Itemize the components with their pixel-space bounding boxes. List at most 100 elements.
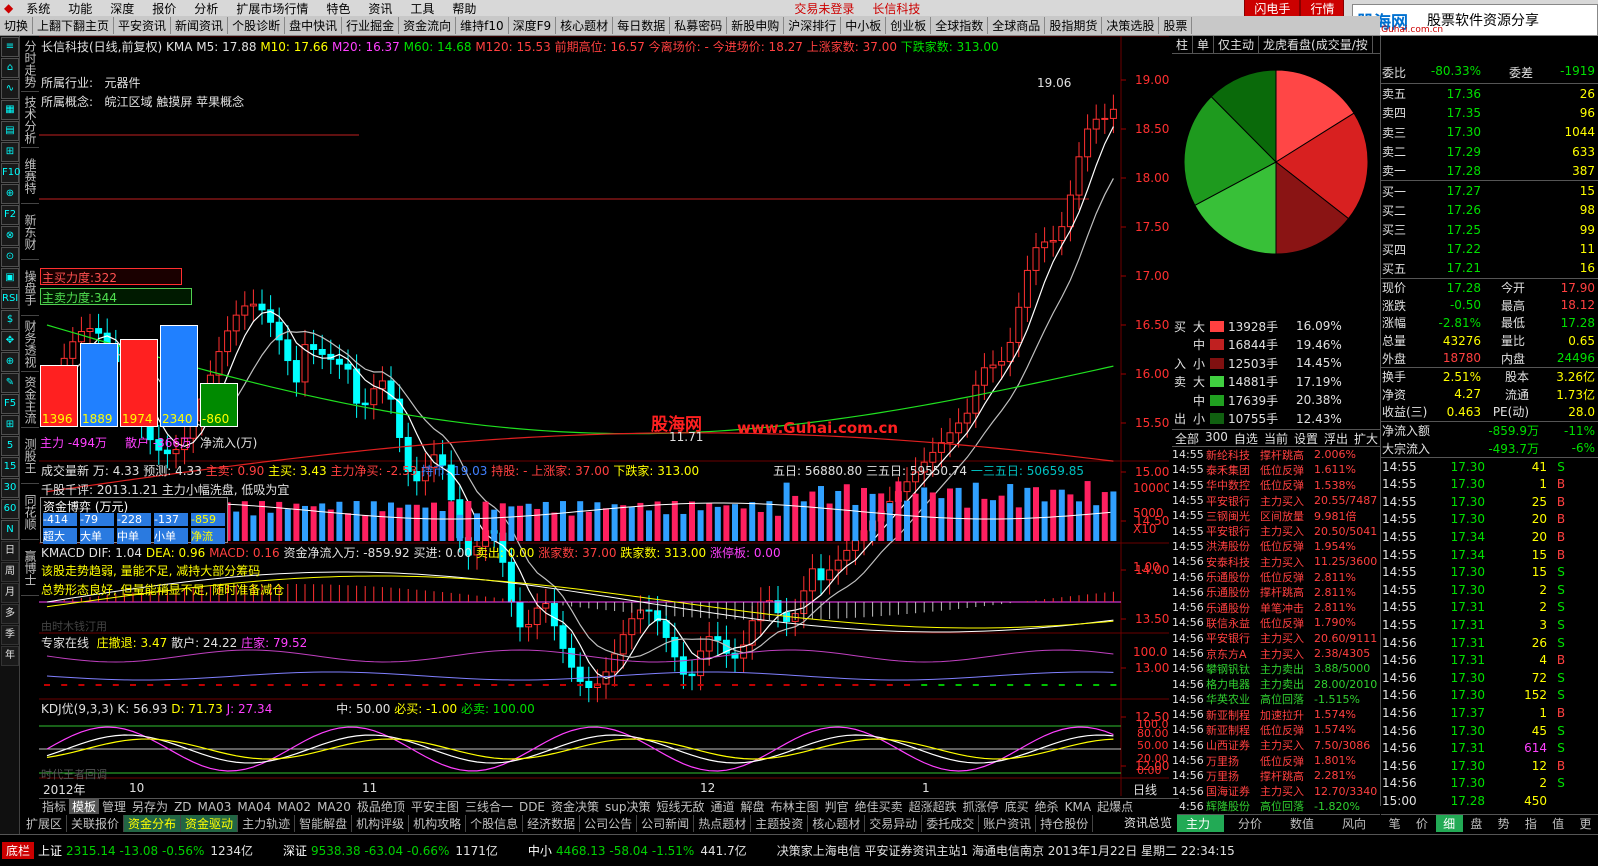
extension-tab[interactable]: 主力轨迹 <box>238 814 296 832</box>
radar-row[interactable]: 14:56 新亚制程 低位反弹 1.574% <box>1172 722 1380 737</box>
left-tool-icon[interactable]: $ <box>1 310 19 330</box>
vertical-tab[interactable]: 维赛特 <box>21 148 39 204</box>
period-tab[interactable]: 周 <box>1 562 19 582</box>
period-tab[interactable]: 多 <box>1 604 19 624</box>
period-tab[interactable]: 月 <box>1 583 19 603</box>
extension-tab[interactable]: 关联报价 <box>67 814 125 832</box>
radar-row[interactable]: 14:56 山西证券 主力买入 7.50/3086 <box>1172 738 1380 753</box>
extension-tab[interactable]: 热点题材 <box>694 814 752 832</box>
indicator-tab[interactable]: MA20 <box>314 800 354 814</box>
radar-row[interactable]: 14:56 乐通股份 单笔冲击 2.811% <box>1172 600 1380 615</box>
indicator-tab[interactable]: 管理 <box>99 798 129 815</box>
extension-tab[interactable]: 公司公告 <box>580 814 638 832</box>
toolbar-item[interactable]: 行业掘金 <box>342 17 400 34</box>
quote-bottom-tab[interactable]: 细 <box>1435 815 1463 832</box>
indicator-tab[interactable]: 解盘 <box>738 798 768 815</box>
indicator-tab[interactable]: sup决策 <box>602 798 653 815</box>
quote-bottom-tab[interactable]: 价 <box>1408 815 1435 832</box>
radar-bottom-tab[interactable]: 主力 <box>1172 815 1224 832</box>
left-tool-icon[interactable]: ▣ <box>1 268 19 288</box>
toolbar-item[interactable]: 股指期货 <box>1045 17 1103 34</box>
left-tool-icon[interactable]: ⊕ <box>1 352 19 372</box>
indicator-tab[interactable]: 三线合一 <box>462 798 516 815</box>
toolbar-item[interactable]: 每日数据 <box>613 17 671 34</box>
radar-row[interactable]: 14:56 联信永益 低位反弹 1.790% <box>1172 615 1380 630</box>
toolbar-item[interactable]: 股票 <box>1159 17 1193 34</box>
menu-function[interactable]: 功能 <box>59 0 101 17</box>
extension-tab[interactable]: 机构攻略 <box>409 814 467 832</box>
vertical-tab[interactable]: 新东财 <box>21 204 39 260</box>
vertical-tab[interactable]: 分时走势 <box>21 36 39 92</box>
indicator-tab[interactable]: 另存为 <box>129 798 171 815</box>
left-tool-icon[interactable]: ⌂ <box>1 58 19 78</box>
left-tool-icon[interactable]: N <box>1 520 19 540</box>
toolbar-item[interactable]: 新股申购 <box>727 17 785 34</box>
indicator-tab[interactable]: 短线无敌 <box>654 798 708 815</box>
radar-row[interactable]: 14:56 辉隆股份 高位回落 -1.820% <box>1172 799 1380 814</box>
left-tool-icon[interactable]: ⊗ <box>1 226 19 246</box>
extension-tab[interactable]: 主题投资 <box>751 814 809 832</box>
app-icon[interactable]: ◆ <box>0 1 17 15</box>
toolbar-item[interactable]: 个股诊断 <box>228 17 286 34</box>
indicator-tab[interactable]: 指标 <box>39 798 69 815</box>
bids-row[interactable]: 买三 17.25 99 <box>1381 220 1598 239</box>
extension-tab[interactable]: 经济数据 <box>523 814 581 832</box>
toolbar-item[interactable]: 核心题材 <box>556 17 614 34</box>
indicator-tab[interactable]: 模板 <box>69 798 100 815</box>
radar-bottom-tab[interactable]: 风向 <box>1328 815 1380 832</box>
quote-bottom-tab[interactable]: 指 <box>1517 815 1544 832</box>
menu-system[interactable]: 系统 <box>17 0 59 17</box>
flow-tab[interactable]: 单 <box>1193 36 1215 53</box>
extension-tab[interactable]: 账户资讯 <box>979 814 1037 832</box>
extension-tab[interactable]: 核心题材 <box>808 814 866 832</box>
toolbar-item[interactable]: 全球商品 <box>988 17 1046 34</box>
bottom-menu-button[interactable]: 底栏 <box>2 842 35 859</box>
period-tab[interactable]: 季 <box>1 625 19 645</box>
indicator-tab[interactable]: 判官 <box>822 798 852 815</box>
left-tool-icon[interactable]: 15 <box>1 457 19 477</box>
menu-news[interactable]: 资讯 <box>359 0 401 17</box>
radar-tab[interactable]: 全部 <box>1172 430 1202 446</box>
radar-row[interactable]: 14:56 万里扬 低位反弹 1.801% <box>1172 753 1380 768</box>
indicator-tab[interactable]: ZD <box>171 800 194 814</box>
quote-button[interactable]: 行情 <box>1300 0 1345 18</box>
asks-row[interactable]: 卖五 17.36 26 <box>1381 84 1598 103</box>
sz-label[interactable]: 深证 <box>283 842 307 859</box>
radar-tab[interactable]: 设置 <box>1291 430 1321 446</box>
indicator-tab[interactable]: MA04 <box>234 800 274 814</box>
toolbar-item[interactable]: 决策选股 <box>1102 17 1160 34</box>
radar-row[interactable]: 14:55 平安银行 主力买入 20.50/5041 <box>1172 523 1380 539</box>
left-tool-icon[interactable]: F10 <box>1 163 20 183</box>
vertical-tab[interactable]: 赢博士 <box>21 540 39 596</box>
radar-row[interactable]: 14:56 乐通股份 低位反弹 2.811% <box>1172 569 1380 585</box>
radar-tab[interactable]: 300 <box>1202 430 1231 446</box>
menu-special[interactable]: 特色 <box>317 0 359 17</box>
asks-row[interactable]: 卖一 17.28 387 <box>1381 161 1598 180</box>
bids-row[interactable]: 买一 17.27 15 <box>1381 181 1598 200</box>
radar-row[interactable]: 14:56 万里扬 撑杆跳高 2.281% <box>1172 768 1380 783</box>
bids-row[interactable]: 买五 17.21 16 <box>1381 259 1598 278</box>
radar-row[interactable]: 14:56 华英农业 高位回落 -1.515% <box>1172 692 1380 707</box>
indicator-tab[interactable]: 抓涨停 <box>960 798 1002 815</box>
toolbar-item[interactable]: 上翻下翻主页 <box>33 17 115 34</box>
radar-bottom-tab[interactable]: 分价 <box>1224 815 1276 832</box>
extension-tab[interactable]: 交易异动 <box>865 814 923 832</box>
left-tool-icon[interactable]: ⊕ <box>1 184 19 204</box>
extension-tab[interactable]: 扩展区 <box>22 814 68 832</box>
vertical-tab[interactable]: 测股王 <box>21 428 39 484</box>
bids-row[interactable]: 买四 17.22 11 <box>1381 239 1598 258</box>
toolbar-item[interactable]: 深度F9 <box>509 17 557 34</box>
extension-tab[interactable]: 资金驱动 <box>181 814 239 832</box>
left-tool-icon[interactable]: ∿ <box>1 79 19 99</box>
period-tab[interactable]: 日 <box>1 541 19 561</box>
indicator-tab[interactable]: 超涨超跌 <box>906 798 960 815</box>
left-tool-icon[interactable]: ▤ <box>1 121 19 141</box>
extension-tab[interactable]: 智能解盘 <box>295 814 353 832</box>
radar-row[interactable]: 14:56 安泰科技 主力买入 11.25/3600 <box>1172 554 1380 569</box>
quote-bottom-tab[interactable]: 笔 <box>1381 815 1408 832</box>
radar-row[interactable]: 14:55 平安银行 主力买入 20.55/7487 <box>1172 493 1380 508</box>
extension-tab[interactable]: 机构评级 <box>352 814 410 832</box>
indicator-tab[interactable]: 资金决策 <box>548 798 602 815</box>
quote-bottom-tab[interactable]: 值 <box>1545 815 1572 832</box>
left-tool-icon[interactable]: ⊞ <box>1 415 19 435</box>
